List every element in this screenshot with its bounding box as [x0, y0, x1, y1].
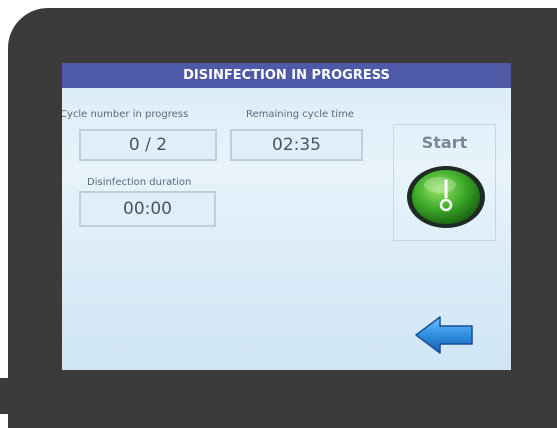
disinfection-duration-value: 00:00: [79, 191, 216, 227]
arrow-left-icon: [415, 316, 473, 354]
power-switch-icon: [407, 166, 485, 228]
page-title: DISINFECTION IN PROGRESS: [62, 63, 511, 88]
cycle-number-value: 0 / 2: [79, 129, 217, 161]
disinfection-duration-label: Disinfection duration: [87, 177, 192, 188]
back-button[interactable]: [414, 315, 476, 355]
device-frame-edge: [0, 378, 8, 414]
cycle-number-label: Cycle number in progress: [62, 109, 189, 120]
remaining-time-label: Remaining cycle time: [246, 109, 354, 120]
touch-screen: DISINFECTION IN PROGRESS Cycle number in…: [62, 63, 511, 370]
start-label: Start: [421, 133, 468, 152]
start-button[interactable]: [406, 163, 486, 229]
remaining-time-value: 02:35: [230, 129, 363, 161]
start-panel: Start: [393, 124, 496, 241]
